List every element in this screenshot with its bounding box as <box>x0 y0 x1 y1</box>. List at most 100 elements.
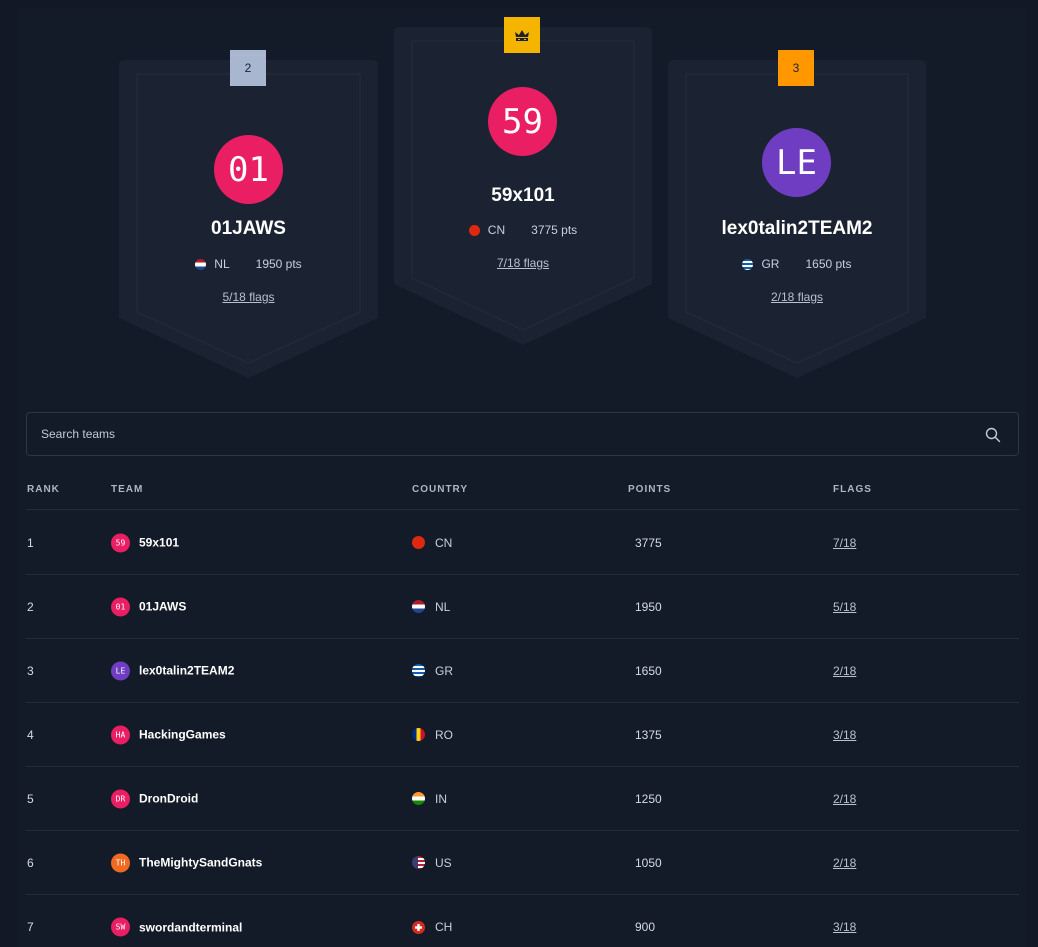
team-avatar: 59 <box>488 87 557 156</box>
team-points: 3775 pts <box>531 223 578 237</box>
row-points: 1375 <box>635 727 662 742</box>
table-row[interactable]: 5 DR DronDroid IN 1250 2/18 <box>26 767 1019 831</box>
row-rank: 7 <box>27 920 34 934</box>
country-code: CN <box>435 535 453 550</box>
row-rank: 2 <box>27 599 34 614</box>
team-flags-link[interactable]: 7/18 flags <box>394 256 652 270</box>
row-rank: 5 <box>27 791 34 806</box>
row-rank: 1 <box>27 535 34 550</box>
row-points: 1950 <box>635 599 662 614</box>
team-avatar: HA <box>111 725 130 744</box>
team-avatar: TH <box>111 853 130 872</box>
search-input[interactable] <box>27 413 967 455</box>
team-points: 1650 pts <box>805 257 852 271</box>
team-avatar: LE <box>762 128 831 197</box>
team-name[interactable]: 01JAWS <box>119 218 378 240</box>
romania-flag-icon <box>412 728 425 741</box>
podium-card-first[interactable]: 59 59x101 CN 3775 pts 7/18 flags <box>394 17 652 345</box>
row-flags-link[interactable]: 5/18 <box>833 600 856 614</box>
row-rank: 6 <box>27 855 34 870</box>
team-name: DronDroid <box>139 791 199 806</box>
row-team[interactable]: 59 59x101 <box>111 533 179 552</box>
row-points: 900 <box>635 920 656 934</box>
row-team[interactable]: 01 01JAWS <box>111 597 186 616</box>
china-flag-icon <box>468 224 480 236</box>
search-box <box>26 412 1019 456</box>
row-country: IN <box>412 792 447 806</box>
row-flags-link[interactable]: 2/18 <box>833 856 856 870</box>
country-code: GR <box>435 663 453 678</box>
table-row[interactable]: 1 59 59x101 CN 3775 7/18 <box>26 511 1019 575</box>
row-team[interactable]: DR DronDroid <box>111 789 198 808</box>
header-flags[interactable]: FLAGS <box>833 484 872 495</box>
table-row[interactable]: 4 HA HackingGames RO 1375 3/18 <box>26 703 1019 767</box>
table-row[interactable]: 6 TH TheMightySandGnats US 1050 2/18 <box>26 831 1019 895</box>
search-icon[interactable] <box>985 427 1001 443</box>
team-avatar: LE <box>111 661 130 680</box>
team-name: 59x101 <box>139 535 180 550</box>
table-row[interactable]: 3 LE lex0talin2TEAM2 GR 1650 2/18 <box>26 639 1019 703</box>
switzerland-flag-icon <box>412 920 425 934</box>
row-points: 1650 <box>635 663 662 678</box>
crown-icon <box>515 30 529 41</box>
header-team[interactable]: TEAM <box>111 484 143 495</box>
country-code: IN <box>435 791 447 806</box>
india-flag-icon <box>412 792 425 805</box>
team-name[interactable]: 59x101 <box>394 185 652 207</box>
row-rank: 4 <box>27 727 34 742</box>
row-flags-link[interactable]: 7/18 <box>833 536 856 550</box>
header-rank[interactable]: RANK <box>27 484 60 495</box>
netherlands-flag-icon <box>195 258 207 270</box>
podium-card-third[interactable]: 3 LE lex0talin2TEAM2 GR 1650 pts 2/18 fl… <box>668 50 926 378</box>
row-country: US <box>412 856 452 870</box>
podium-card-second[interactable]: 2 01 01JAWS NL 1950 pts 5/18 flags <box>119 50 378 378</box>
row-flags-link[interactable]: 3/18 <box>833 728 856 742</box>
rank-badge: 2 <box>230 50 266 86</box>
greece-flag-icon <box>412 664 425 677</box>
row-country: NL <box>412 600 450 614</box>
team-meta: CN 3775 pts <box>394 223 652 237</box>
usa-flag-icon <box>412 856 425 869</box>
country-code: US <box>435 855 452 870</box>
row-flags-link[interactable]: 3/18 <box>833 920 856 934</box>
row-flags-link[interactable]: 2/18 <box>833 792 856 806</box>
country-code: NL <box>435 599 451 614</box>
row-rank: 3 <box>27 663 34 678</box>
rank-badge: 3 <box>778 50 814 86</box>
row-points: 3775 <box>635 535 662 550</box>
team-avatar: 01 <box>214 135 283 204</box>
row-country: CH <box>412 920 452 934</box>
china-flag-icon <box>412 536 425 549</box>
row-points: 1050 <box>635 855 662 870</box>
table-row[interactable]: 2 01 01JAWS NL 1950 5/18 <box>26 575 1019 639</box>
team-name: swordandterminal <box>139 920 243 934</box>
team-flags-link[interactable]: 2/18 flags <box>668 290 926 304</box>
country-code: GR <box>761 257 780 271</box>
team-points: 1950 pts <box>255 257 302 271</box>
team-name: TheMightySandGnats <box>139 855 263 870</box>
team-avatar: SW <box>111 917 130 937</box>
team-flags-link[interactable]: 5/18 flags <box>119 290 378 304</box>
team-name: lex0talin2TEAM2 <box>139 663 235 678</box>
team-avatar: DR <box>111 789 130 808</box>
header-country[interactable]: COUNTRY <box>412 484 468 495</box>
row-team[interactable]: HA HackingGames <box>111 725 226 744</box>
team-name[interactable]: lex0talin2TEAM2 <box>668 218 926 240</box>
row-country: GR <box>412 664 453 678</box>
row-team[interactable]: SW swordandterminal <box>111 917 243 937</box>
row-team[interactable]: TH TheMightySandGnats <box>111 853 262 872</box>
team-avatar: 01 <box>111 597 130 616</box>
header-points[interactable]: POINTS <box>628 484 671 495</box>
rank-badge-first <box>504 17 540 53</box>
row-team[interactable]: LE lex0talin2TEAM2 <box>111 661 234 680</box>
country-code: RO <box>435 727 453 742</box>
netherlands-flag-icon <box>412 600 425 613</box>
table-row[interactable]: 7 SW swordandterminal CH 900 3/18 <box>26 895 1019 947</box>
row-flags-link[interactable]: 2/18 <box>833 664 856 678</box>
table-header: RANK TEAM COUNTRY POINTS FLAGS <box>26 478 1019 510</box>
country-code: CN <box>487 223 506 237</box>
team-meta: NL 1950 pts <box>119 257 378 271</box>
team-name: 01JAWS <box>139 599 187 614</box>
team-meta: GR 1650 pts <box>668 257 926 271</box>
row-country: RO <box>412 728 453 742</box>
